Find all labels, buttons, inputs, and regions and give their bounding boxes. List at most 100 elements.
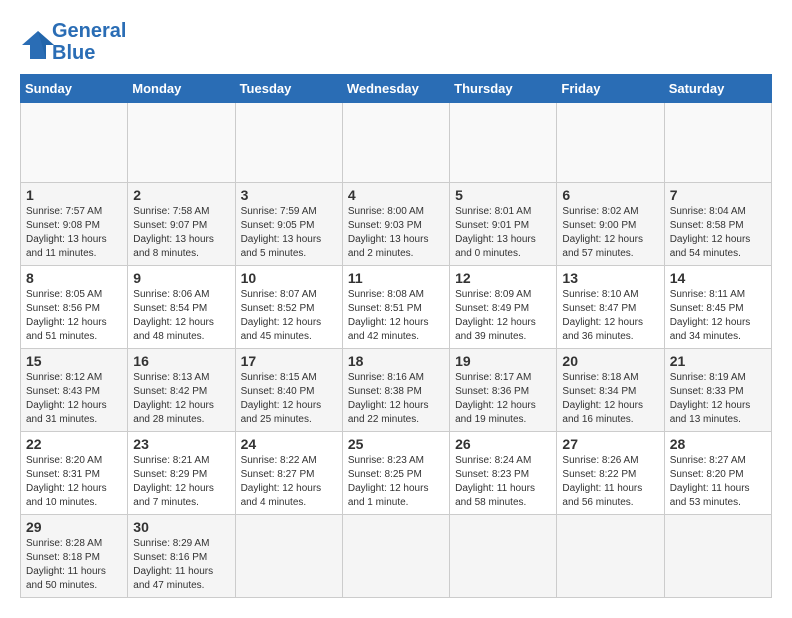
day-info: Sunrise: 8:29 AM Sunset: 8:16 PM Dayligh… xyxy=(133,537,229,593)
calendar-cell xyxy=(342,103,449,183)
day-info: Sunrise: 8:10 AM Sunset: 8:47 PM Dayligh… xyxy=(562,288,658,344)
day-number: 29 xyxy=(26,519,122,535)
day-number: 21 xyxy=(670,353,766,369)
day-info: Sunrise: 8:16 AM Sunset: 8:38 PM Dayligh… xyxy=(348,371,444,427)
day-info: Sunrise: 8:15 AM Sunset: 8:40 PM Dayligh… xyxy=(241,371,337,427)
calendar-cell xyxy=(128,103,235,183)
day-info: Sunrise: 7:59 AM Sunset: 9:05 PM Dayligh… xyxy=(241,205,337,261)
day-number: 25 xyxy=(348,436,444,452)
calendar-cell: 24 Sunrise: 8:22 AM Sunset: 8:27 PM Dayli… xyxy=(235,432,342,515)
calendar-cell: 19Sunrise: 8:17 AM Sunset: 8:36 PM Dayli… xyxy=(450,349,557,432)
day-number: 12 xyxy=(455,270,551,286)
day-number: 27 xyxy=(562,436,658,452)
calendar-cell: 25 Sunrise: 8:23 AM Sunset: 8:25 PM Dayli… xyxy=(342,432,449,515)
logo-icon xyxy=(20,27,50,57)
col-header-saturday: Saturday xyxy=(664,75,771,103)
calendar-cell: 15Sunrise: 8:12 AM Sunset: 8:43 PM Dayli… xyxy=(21,349,128,432)
day-number: 11 xyxy=(348,270,444,286)
calendar-cell: 29Sunrise: 8:28 AM Sunset: 8:18 PM Dayli… xyxy=(21,515,128,598)
calendar-cell: 3 Sunrise: 7:59 AM Sunset: 9:05 PM Daylig… xyxy=(235,183,342,266)
calendar-cell xyxy=(450,515,557,598)
day-number: 30 xyxy=(133,519,229,535)
day-info: Sunrise: 8:26 AM Sunset: 8:22 PM Dayligh… xyxy=(562,454,658,510)
col-header-thursday: Thursday xyxy=(450,75,557,103)
day-info: Sunrise: 8:06 AM Sunset: 8:54 PM Dayligh… xyxy=(133,288,229,344)
day-number: 28 xyxy=(670,436,766,452)
calendar-cell: 1 Sunrise: 7:57 AM Sunset: 9:08 PM Daylig… xyxy=(21,183,128,266)
day-number: 6 xyxy=(562,187,658,203)
calendar-cell: 22 Sunrise: 8:20 AM Sunset: 8:31 PM Dayli… xyxy=(21,432,128,515)
day-number: 24 xyxy=(241,436,337,452)
day-info: Sunrise: 8:07 AM Sunset: 8:52 PM Dayligh… xyxy=(241,288,337,344)
calendar-cell: 21 Sunrise: 8:19 AM Sunset: 8:33 PM Dayli… xyxy=(664,349,771,432)
calendar-cell xyxy=(450,103,557,183)
day-number: 4 xyxy=(348,187,444,203)
day-info: Sunrise: 8:20 AM Sunset: 8:31 PM Dayligh… xyxy=(26,454,122,510)
calendar-cell: 17 Sunrise: 8:15 AM Sunset: 8:40 PM Dayli… xyxy=(235,349,342,432)
day-info: Sunrise: 8:23 AM Sunset: 8:25 PM Dayligh… xyxy=(348,454,444,510)
day-number: 7 xyxy=(670,187,766,203)
calendar-cell: 6 Sunrise: 8:02 AM Sunset: 9:00 PM Daylig… xyxy=(557,183,664,266)
day-number: 18 xyxy=(348,353,444,369)
page-header: General Blue xyxy=(20,20,772,64)
day-number: 5 xyxy=(455,187,551,203)
day-info: Sunrise: 8:09 AM Sunset: 8:49 PM Dayligh… xyxy=(455,288,551,344)
day-number: 14 xyxy=(670,270,766,286)
day-info: Sunrise: 8:02 AM Sunset: 9:00 PM Dayligh… xyxy=(562,205,658,261)
col-header-sunday: Sunday xyxy=(21,75,128,103)
day-info: Sunrise: 8:24 AM Sunset: 8:23 PM Dayligh… xyxy=(455,454,551,510)
day-number: 16 xyxy=(133,353,229,369)
calendar-cell: 13Sunrise: 8:10 AM Sunset: 8:47 PM Dayli… xyxy=(557,266,664,349)
col-header-tuesday: Tuesday xyxy=(235,75,342,103)
calendar-cell: 9Sunrise: 8:06 AM Sunset: 8:54 PM Daylig… xyxy=(128,266,235,349)
day-info: Sunrise: 8:04 AM Sunset: 8:58 PM Dayligh… xyxy=(670,205,766,261)
day-info: Sunrise: 8:01 AM Sunset: 9:01 PM Dayligh… xyxy=(455,205,551,261)
calendar-cell: 27 Sunrise: 8:26 AM Sunset: 8:22 PM Dayli… xyxy=(557,432,664,515)
calendar-cell: 20 Sunrise: 8:18 AM Sunset: 8:34 PM Dayli… xyxy=(557,349,664,432)
day-number: 15 xyxy=(26,353,122,369)
calendar-cell: 30 Sunrise: 8:29 AM Sunset: 8:16 PM Dayli… xyxy=(128,515,235,598)
calendar-cell xyxy=(664,103,771,183)
col-header-wednesday: Wednesday xyxy=(342,75,449,103)
calendar-cell: 14 Sunrise: 8:11 AM Sunset: 8:45 PM Dayli… xyxy=(664,266,771,349)
calendar-cell xyxy=(557,103,664,183)
day-info: Sunrise: 8:27 AM Sunset: 8:20 PM Dayligh… xyxy=(670,454,766,510)
day-info: Sunrise: 8:22 AM Sunset: 8:27 PM Dayligh… xyxy=(241,454,337,510)
calendar-cell: 28 Sunrise: 8:27 AM Sunset: 8:20 PM Dayli… xyxy=(664,432,771,515)
calendar-cell: 10Sunrise: 8:07 AM Sunset: 8:52 PM Dayli… xyxy=(235,266,342,349)
day-info: Sunrise: 8:19 AM Sunset: 8:33 PM Dayligh… xyxy=(670,371,766,427)
calendar-cell xyxy=(235,103,342,183)
calendar-cell: 11 Sunrise: 8:08 AM Sunset: 8:51 PM Dayli… xyxy=(342,266,449,349)
calendar-cell: 18 Sunrise: 8:16 AM Sunset: 8:38 PM Dayli… xyxy=(342,349,449,432)
logo: General Blue xyxy=(20,20,126,64)
calendar-table: SundayMondayTuesdayWednesdayThursdayFrid… xyxy=(20,74,772,598)
calendar-cell: 4 Sunrise: 8:00 AM Sunset: 9:03 PM Daylig… xyxy=(342,183,449,266)
calendar-cell: 8Sunrise: 8:05 AM Sunset: 8:56 PM Daylig… xyxy=(21,266,128,349)
day-number: 1 xyxy=(26,187,122,203)
day-info: Sunrise: 8:00 AM Sunset: 9:03 PM Dayligh… xyxy=(348,205,444,261)
col-header-friday: Friday xyxy=(557,75,664,103)
calendar-cell: 5 Sunrise: 8:01 AM Sunset: 9:01 PM Daylig… xyxy=(450,183,557,266)
day-number: 22 xyxy=(26,436,122,452)
day-info: Sunrise: 8:21 AM Sunset: 8:29 PM Dayligh… xyxy=(133,454,229,510)
calendar-cell: 23 Sunrise: 8:21 AM Sunset: 8:29 PM Dayli… xyxy=(128,432,235,515)
day-info: Sunrise: 7:58 AM Sunset: 9:07 PM Dayligh… xyxy=(133,205,229,261)
day-info: Sunrise: 8:18 AM Sunset: 8:34 PM Dayligh… xyxy=(562,371,658,427)
calendar-cell: 16Sunrise: 8:13 AM Sunset: 8:42 PM Dayli… xyxy=(128,349,235,432)
day-number: 23 xyxy=(133,436,229,452)
col-header-monday: Monday xyxy=(128,75,235,103)
day-number: 17 xyxy=(241,353,337,369)
calendar-cell xyxy=(557,515,664,598)
calendar-cell xyxy=(235,515,342,598)
calendar-cell: 12 Sunrise: 8:09 AM Sunset: 8:49 PM Dayli… xyxy=(450,266,557,349)
logo-text: General Blue xyxy=(52,20,126,64)
day-info: Sunrise: 8:11 AM Sunset: 8:45 PM Dayligh… xyxy=(670,288,766,344)
day-number: 3 xyxy=(241,187,337,203)
calendar-cell: 2Sunrise: 7:58 AM Sunset: 9:07 PM Daylig… xyxy=(128,183,235,266)
day-info: Sunrise: 7:57 AM Sunset: 9:08 PM Dayligh… xyxy=(26,205,122,261)
calendar-cell xyxy=(342,515,449,598)
calendar-cell xyxy=(664,515,771,598)
calendar-cell xyxy=(21,103,128,183)
day-info: Sunrise: 8:08 AM Sunset: 8:51 PM Dayligh… xyxy=(348,288,444,344)
day-number: 20 xyxy=(562,353,658,369)
